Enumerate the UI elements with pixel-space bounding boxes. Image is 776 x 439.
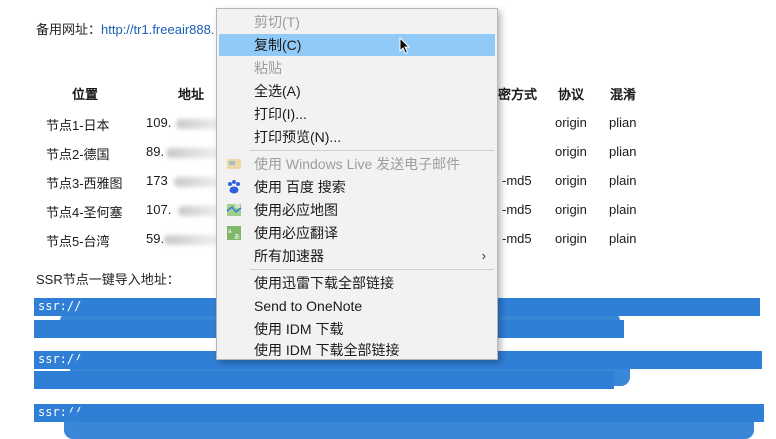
svg-text:あ: あ — [234, 234, 240, 241]
node-method: -md5 — [502, 231, 532, 246]
menu-item-label: 使用 Windows Live 发送电子邮件 — [254, 156, 461, 172]
menu-separator — [250, 150, 494, 151]
redaction-blur — [166, 148, 220, 158]
menu-item-label: 打印预览(N)... — [254, 129, 342, 145]
node-address: 107. — [146, 202, 172, 217]
node-method: -md5 — [502, 173, 532, 188]
menu-item-print-preview[interactable]: 打印预览(N)... — [219, 126, 495, 148]
node-protocol: origin — [555, 231, 587, 246]
context-menu: 剪切(T) 复制(C) 粘贴 全选(A) 打印(I)... 打印预览(N)...… — [216, 8, 498, 360]
windows-live-mail-icon — [226, 156, 242, 172]
node-address: 59. — [146, 231, 165, 246]
menu-item-label: 所有加速器 — [254, 248, 324, 264]
node-obfs: plian — [609, 115, 637, 130]
node-obfs: plain — [609, 231, 637, 246]
menu-item-label: 剪切(T) — [254, 14, 300, 30]
node-protocol: origin — [555, 202, 587, 217]
menu-item-label: 使用必应地图 — [254, 202, 338, 218]
ssr-link-prefix: ssr:// — [38, 299, 82, 313]
column-header-protocol: 协议 — [558, 87, 585, 102]
ssr-import-label: SSR节点一键导入地址： — [36, 272, 180, 287]
menu-item-windows-live-email[interactable]: 使用 Windows Live 发送电子邮件 — [219, 153, 495, 175]
menu-item-send-to-onenote[interactable]: Send to OneNote — [219, 295, 495, 317]
menu-item-label: 打印(I)... — [254, 106, 307, 122]
menu-item-label: 使用 IDM 下载全部链接 — [254, 342, 400, 358]
redaction-blur — [178, 206, 220, 216]
node-protocol: origin — [555, 115, 587, 130]
mouse-cursor-icon — [399, 36, 411, 60]
menu-item-idm-download-all[interactable]: 使用 IDM 下载全部链接 — [219, 341, 495, 359]
menu-item-idm-download[interactable]: 使用 IDM 下载 — [219, 318, 495, 340]
menu-item-thunder-download-all[interactable]: 使用迅雷下载全部链接 — [219, 272, 495, 294]
node-address: 173 — [146, 173, 168, 188]
menu-item-label: 使用必应翻译 — [254, 225, 338, 241]
node-obfs: plain — [609, 173, 637, 188]
node-address: 89. — [146, 144, 165, 159]
web-page: 备用网址：http://tr1.freeair888. 位置 地址 密方式 协议… — [0, 0, 776, 439]
node-protocol: origin — [555, 173, 587, 188]
node-name: 节点4-圣何塞 — [46, 205, 123, 220]
menu-item-paste[interactable]: 粘贴 — [219, 57, 495, 79]
redaction-blur — [174, 177, 220, 187]
menu-item-bing-maps[interactable]: 使用必应地图 — [219, 199, 495, 221]
menu-item-baidu-search[interactable]: 使用 百度 搜索 — [219, 176, 495, 198]
backup-url-link[interactable]: http://tr1.freeair888. — [101, 22, 214, 37]
svg-text:a: a — [228, 228, 232, 235]
node-protocol: origin — [555, 144, 587, 159]
node-obfs: plain — [609, 202, 637, 217]
node-obfs: plian — [609, 144, 637, 159]
node-name: 节点1-日本 — [46, 118, 110, 133]
bing-translator-icon: a あ — [226, 225, 242, 241]
backup-url-row: 备用网址：http://tr1.freeair888. — [36, 19, 214, 38]
menu-item-all-accelerators[interactable]: 所有加速器 › — [219, 245, 495, 267]
menu-item-label: 粘贴 — [254, 60, 282, 76]
menu-item-cut[interactable]: 剪切(T) — [219, 11, 495, 33]
menu-item-print[interactable]: 打印(I)... — [219, 103, 495, 125]
menu-item-copy[interactable]: 复制(C) — [219, 34, 495, 56]
redaction-scribble — [64, 412, 754, 439]
menu-item-label: 使用迅雷下载全部链接 — [254, 275, 394, 291]
selected-text-line — [34, 371, 614, 389]
menu-item-label: 使用 百度 搜索 — [254, 179, 346, 195]
menu-item-select-all[interactable]: 全选(A) — [219, 80, 495, 102]
redaction-blur — [164, 235, 220, 245]
column-header-obfs: 混淆 — [610, 87, 637, 102]
node-method: -md5 — [502, 202, 532, 217]
column-header-encryption: 密方式 — [498, 87, 538, 102]
menu-item-label: Send to OneNote — [254, 298, 363, 314]
bing-maps-icon — [226, 202, 242, 218]
menu-item-label: 全选(A) — [254, 83, 301, 99]
node-address: 109. — [146, 115, 172, 130]
menu-item-label: 使用 IDM 下载 — [254, 321, 344, 337]
menu-item-label: 复制(C) — [254, 37, 302, 53]
column-header-position: 位置 — [72, 87, 99, 102]
menu-item-bing-translator[interactable]: a あ 使用必应翻译 — [219, 222, 495, 244]
menu-separator — [250, 269, 494, 270]
chevron-right-icon: › — [481, 248, 486, 263]
baidu-paw-icon — [226, 179, 242, 195]
node-name: 节点3-西雅图 — [46, 176, 123, 191]
backup-url-label: 备用网址： — [36, 22, 102, 37]
node-name: 节点2-德国 — [46, 147, 110, 162]
column-header-address: 地址 — [178, 87, 205, 102]
node-name: 节点5-台湾 — [46, 234, 110, 249]
